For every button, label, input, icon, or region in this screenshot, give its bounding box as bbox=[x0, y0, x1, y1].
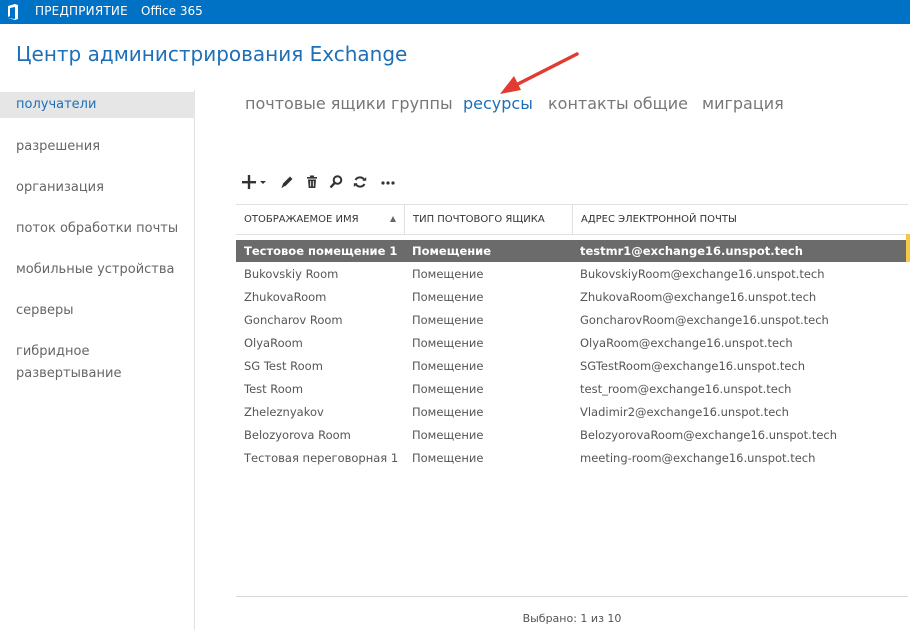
cell-display-name: Zheleznyakov bbox=[244, 405, 324, 419]
search-icon[interactable] bbox=[326, 172, 346, 192]
cell-mailbox-type: Помещение bbox=[412, 313, 484, 327]
page-title: Центр администрирования Exchange bbox=[16, 42, 408, 66]
add-icon[interactable] bbox=[240, 172, 270, 192]
cell-email: test_room@exchange16.unspot.tech bbox=[580, 382, 792, 396]
cell-mailbox-type: Помещение bbox=[412, 290, 484, 304]
table-header: ОТОБРАЖАЕМОЕ ИМЯ ТИП ПОЧТОВОГО ЯЩИКА АДР… bbox=[236, 205, 908, 235]
table-row[interactable]: Goncharov Room Помещение GoncharovRoom@e… bbox=[236, 309, 908, 331]
cell-email: BukovskiyRoom@exchange16.unspot.tech bbox=[580, 267, 825, 281]
sidebar-item-hybrid[interactable]: гибридное развертывание bbox=[0, 341, 150, 385]
table-row[interactable]: Тестовая переговорная 1 Помещение meetin… bbox=[236, 447, 908, 469]
sidebar: получатели разрешения организация поток … bbox=[0, 90, 195, 630]
sidebar-item-permissions[interactable]: разрешения bbox=[0, 136, 195, 158]
cell-email: OlyaRoom@exchange16.unspot.tech bbox=[580, 336, 793, 350]
resource-mailbox-table: ОТОБРАЖАЕМОЕ ИМЯ ТИП ПОЧТОВОГО ЯЩИКА АДР… bbox=[236, 204, 908, 597]
cell-mailbox-type: Помещение bbox=[412, 244, 492, 258]
table-row[interactable]: SG Test Room Помещение SGTestRoom@exchan… bbox=[236, 355, 908, 377]
sidebar-item-mail-flow[interactable]: поток обработки почты bbox=[0, 218, 195, 240]
refresh-icon[interactable] bbox=[350, 172, 370, 192]
sidebar-item-organization[interactable]: организация bbox=[0, 177, 195, 199]
column-header-mailbox-type[interactable]: ТИП ПОЧТОВОГО ЯЩИКА bbox=[404, 205, 572, 235]
table-row[interactable]: Belozyorova Room Помещение BelozyorovaRo… bbox=[236, 424, 908, 446]
scrollbar-marker[interactable] bbox=[906, 234, 910, 262]
cell-mailbox-type: Помещение bbox=[412, 428, 484, 442]
column-label-display-name: ОТОБРАЖАЕМОЕ ИМЯ bbox=[244, 214, 359, 225]
top-navigation-bar: ПРЕДПРИЯТИЕ Office 365 bbox=[0, 0, 910, 24]
cell-display-name: Тестовое помещение 1 bbox=[244, 244, 398, 258]
table-row[interactable]: OlyaRoom Помещение OlyaRoom@exchange16.u… bbox=[236, 332, 908, 354]
cell-email: testmr1@exchange16.unspot.tech bbox=[580, 244, 803, 258]
tab-groups[interactable]: группы bbox=[391, 94, 453, 113]
cell-mailbox-type: Помещение bbox=[412, 359, 484, 373]
cell-mailbox-type: Помещение bbox=[412, 382, 484, 396]
cell-email: GoncharovRoom@exchange16.unspot.tech bbox=[580, 313, 829, 327]
cell-email: SGTestRoom@exchange16.unspot.tech bbox=[580, 359, 806, 373]
sidebar-item-recipients[interactable]: получатели bbox=[0, 92, 195, 118]
tab-contacts[interactable]: контакты bbox=[548, 94, 629, 113]
nav-office365[interactable]: Office 365 bbox=[141, 4, 203, 18]
edit-icon[interactable] bbox=[277, 172, 297, 192]
tab-resources[interactable]: ресурсы bbox=[463, 94, 533, 113]
cell-display-name: Тестовая переговорная 1 bbox=[244, 451, 399, 465]
more-icon[interactable] bbox=[378, 172, 398, 192]
tab-mailboxes[interactable]: почтовые ящики bbox=[245, 94, 386, 113]
table-row[interactable]: Test Room Помещение test_room@exchange16… bbox=[236, 378, 908, 400]
cell-mailbox-type: Помещение bbox=[412, 336, 484, 350]
sidebar-item-mobile[interactable]: мобильные устройства bbox=[0, 259, 195, 281]
cell-email: ZhukovaRoom@exchange16.unspot.tech bbox=[580, 290, 817, 304]
cell-display-name: Belozyorova Room bbox=[244, 428, 351, 442]
column-header-display-name[interactable]: ОТОБРАЖАЕМОЕ ИМЯ bbox=[236, 205, 404, 235]
tab-shared[interactable]: общие bbox=[633, 94, 688, 113]
tab-migration[interactable]: миграция bbox=[702, 94, 784, 113]
cell-mailbox-type: Помещение bbox=[412, 267, 484, 281]
cell-email: Vladimir2@exchange16.unspot.tech bbox=[580, 405, 789, 419]
table-row[interactable]: ZhukovaRoom Помещение ZhukovaRoom@exchan… bbox=[236, 286, 908, 308]
office-logo-icon[interactable] bbox=[6, 4, 20, 20]
cell-email: BelozyorovaRoom@exchange16.unspot.tech bbox=[580, 428, 838, 442]
cell-mailbox-type: Помещение bbox=[412, 405, 484, 419]
cell-mailbox-type: Помещение bbox=[412, 451, 484, 465]
table-row[interactable]: Zheleznyakov Помещение Vladimir2@exchang… bbox=[236, 401, 908, 423]
nav-enterprise[interactable]: ПРЕДПРИЯТИЕ bbox=[35, 4, 128, 18]
cell-display-name: OlyaRoom bbox=[244, 336, 303, 350]
table-row[interactable]: Тестовое помещение 1 Помещение testmr1@e… bbox=[236, 240, 908, 262]
delete-icon[interactable] bbox=[302, 172, 322, 192]
cell-display-name: Test Room bbox=[244, 382, 304, 396]
sort-ascending-icon bbox=[390, 216, 396, 222]
cell-display-name: Goncharov Room bbox=[244, 313, 343, 327]
column-header-email[interactable]: АДРЕС ЭЛЕКТРОННОЙ ПОЧТЫ bbox=[572, 205, 907, 235]
cell-display-name: Bukovskiy Room bbox=[244, 267, 339, 281]
selection-status: Выбрано: 1 из 10 bbox=[522, 612, 622, 625]
sidebar-item-servers[interactable]: серверы bbox=[0, 300, 195, 322]
table-row[interactable]: Bukovskiy Room Помещение BukovskiyRoom@e… bbox=[236, 263, 908, 285]
cell-display-name: SG Test Room bbox=[244, 359, 323, 373]
cell-display-name: ZhukovaRoom bbox=[244, 290, 327, 304]
cell-email: meeting-room@exchange16.unspot.tech bbox=[580, 451, 816, 465]
